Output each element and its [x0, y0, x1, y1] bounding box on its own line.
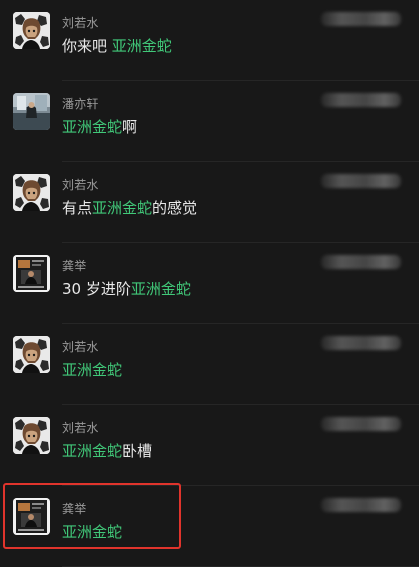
message-text: 30 岁进阶亚洲金蛇 [62, 279, 191, 299]
sender-name: 刘若水 [62, 421, 99, 435]
sender-name: 龚举 [62, 502, 87, 516]
timestamp-redacted [321, 336, 401, 350]
sender-name: 潘亦轩 [62, 97, 99, 111]
sender-name: 刘若水 [62, 178, 99, 192]
keyword-highlight: 亚洲金蛇 [62, 442, 123, 460]
poster-avatar-icon[interactable] [13, 498, 50, 535]
search-result-row[interactable]: 刘若水亚洲金蛇卧槽 [0, 405, 419, 486]
sender-name: 刘若水 [62, 16, 99, 30]
message-text: 有点亚洲金蛇的感觉 [62, 198, 197, 218]
keyword-highlight: 亚洲金蛇 [62, 118, 123, 136]
timestamp-redacted [321, 498, 401, 512]
message-text: 亚洲金蛇卧槽 [62, 441, 152, 461]
timestamp-redacted [321, 174, 401, 188]
message-segment: 卧槽 [122, 442, 153, 460]
search-result-row[interactable]: 刘若水你来吧 亚洲金蛇 [0, 0, 419, 81]
timestamp-redacted [321, 93, 401, 107]
photo-avatar-icon[interactable] [13, 93, 50, 130]
search-result-row[interactable]: 刘若水有点亚洲金蛇的感觉 [0, 162, 419, 243]
message-segment: 啊 [122, 118, 138, 136]
cartoon-avatar-icon[interactable] [13, 174, 50, 211]
search-results-list: 刘若水 你来吧 亚洲金蛇 潘亦轩 亚洲金蛇啊 刘若水 有点亚洲金蛇的感觉 龚举 30 岁进阶亚… [0, 0, 419, 567]
search-result-row[interactable]: 潘亦轩亚洲金蛇啊 [0, 81, 419, 162]
message-segment: 你来吧 [62, 37, 112, 55]
message-text: 你来吧 亚洲金蛇 [62, 36, 172, 56]
keyword-highlight: 亚洲金蛇 [62, 361, 123, 379]
keyword-highlight: 亚洲金蛇 [92, 199, 153, 217]
timestamp-redacted [321, 417, 401, 431]
message-segment: 有点 [62, 199, 93, 217]
sender-name: 龚举 [62, 259, 87, 273]
cartoon-avatar-icon[interactable] [13, 336, 50, 373]
message-segment: 30 岁进阶 [62, 280, 131, 298]
keyword-highlight: 亚洲金蛇 [111, 37, 172, 55]
search-result-row[interactable]: 刘若水 亚洲金蛇 [0, 324, 419, 405]
keyword-highlight: 亚洲金蛇 [62, 523, 123, 541]
keyword-highlight: 亚洲金蛇 [130, 280, 191, 298]
poster-avatar-icon[interactable] [13, 255, 50, 292]
message-text: 亚洲金蛇 [62, 360, 122, 380]
sender-name: 刘若水 [62, 340, 99, 354]
message-segment: 的感觉 [152, 199, 198, 217]
timestamp-redacted [321, 255, 401, 269]
search-result-row[interactable]: 龚举 亚洲金蛇 [0, 486, 419, 567]
message-text: 亚洲金蛇 [62, 522, 122, 542]
cartoon-avatar-icon[interactable] [13, 417, 50, 454]
search-result-row[interactable]: 龚举 30 岁进阶亚洲金蛇 [0, 243, 419, 324]
message-text: 亚洲金蛇啊 [62, 117, 137, 137]
cartoon-avatar-icon[interactable] [13, 12, 50, 49]
timestamp-redacted [321, 12, 401, 26]
